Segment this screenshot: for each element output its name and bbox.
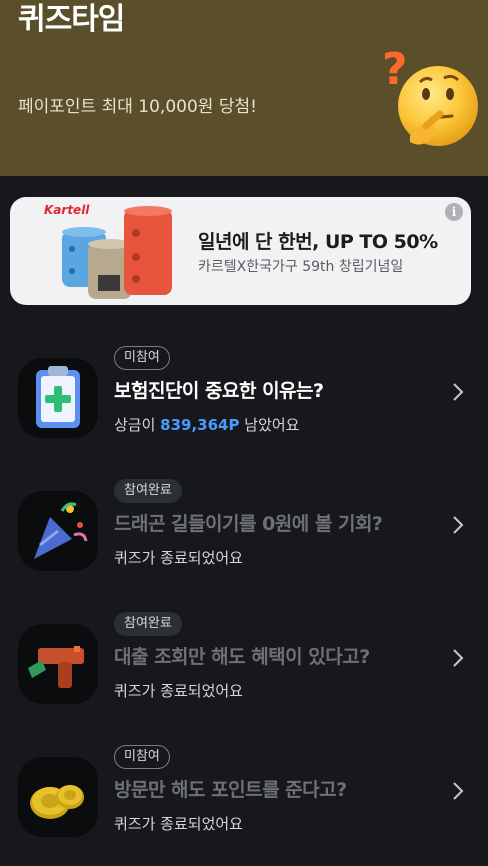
storage-cabinet-image xyxy=(62,206,172,299)
quiz-item[interactable]: 미참여 보험진단이 중요한 이유는? 상금이 839,364P 남았어요 xyxy=(0,346,488,466)
prize-amount: 839,364P xyxy=(160,416,240,434)
quiz-item[interactable]: 참여완료 대출 조회만 해도 혜택이 있다고? 퀴즈가 종료되었어요 xyxy=(0,612,488,732)
chevron-right-icon[interactable] xyxy=(448,513,468,537)
quiz-title: 드래곤 길들이기를 0원에 볼 기회? xyxy=(114,513,383,535)
quiz-title: 대출 조회만 해도 혜택이 있다고? xyxy=(114,646,370,668)
banner-title: 일년에 단 한번, UP TO 50% xyxy=(198,231,438,253)
status-badge: 미참여 xyxy=(114,346,170,370)
banner-subtitle: 카르텔X한국가구 59th 창립기념일 xyxy=(198,259,404,275)
coins-icon xyxy=(18,757,98,837)
status-badge: 참여완료 xyxy=(114,479,182,503)
info-icon[interactable]: i xyxy=(445,203,463,221)
chevron-right-icon[interactable] xyxy=(448,779,468,803)
quiz-header: 퀴즈타임 페이포인트 최대 10,000원 당첨! ? xyxy=(0,0,488,176)
quiz-status: 퀴즈가 종료되었어요 xyxy=(114,815,243,833)
party-popper-icon xyxy=(18,491,98,571)
header-subtitle: 페이포인트 최대 10,000원 당첨! xyxy=(18,97,257,117)
chevron-right-icon[interactable] xyxy=(448,646,468,670)
quiz-status: 퀴즈가 종료되었어요 xyxy=(114,549,243,567)
money-gun-icon xyxy=(18,624,98,704)
chevron-right-icon[interactable] xyxy=(448,380,468,404)
promo-banner[interactable]: Kartell 일년에 단 한번, UP TO 50% 카르텔X한국가구 59t… xyxy=(10,197,471,305)
quiz-item[interactable]: 참여완료 드래곤 길들이기를 0원에 볼 기회? 퀴즈가 종료되었어요 xyxy=(0,479,488,599)
quiz-item[interactable]: 미참여 방문만 해도 포인트를 준다고? 퀴즈가 종료되었어요 xyxy=(0,745,488,865)
quiz-title: 보험진단이 중요한 이유는? xyxy=(114,380,324,402)
status-badge: 참여완료 xyxy=(114,612,182,636)
quiz-title: 방문만 해도 포인트를 준다고? xyxy=(114,779,347,801)
page-title: 퀴즈타임 xyxy=(18,2,125,37)
clipboard-medical-icon xyxy=(18,358,98,438)
quiz-status: 상금이 839,364P 남았어요 xyxy=(114,416,300,434)
quiz-status: 퀴즈가 종료되었어요 xyxy=(114,682,243,700)
status-badge: 미참여 xyxy=(114,745,170,769)
thinking-face-icon: ? xyxy=(382,44,478,146)
